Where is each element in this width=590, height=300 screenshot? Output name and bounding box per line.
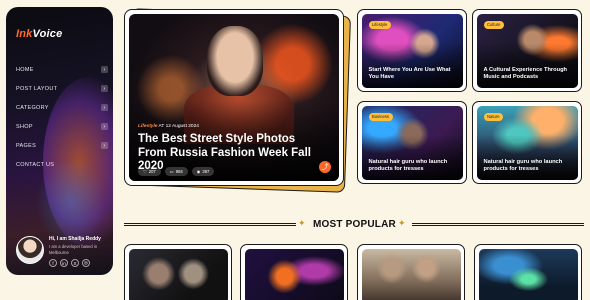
eye-icon: ◉	[196, 169, 201, 174]
post-card-title[interactable]: Natural hair guru who launch products fo…	[369, 159, 459, 174]
category-badge[interactable]: Lifestyle	[368, 20, 391, 29]
menu-item-pages[interactable]: PAGES ›	[16, 136, 108, 155]
menu-item-label: HOME	[16, 66, 34, 73]
popular-post-card[interactable]	[357, 244, 465, 300]
logo-part-ink: Ink	[16, 28, 33, 40]
divider	[412, 223, 584, 226]
category-badge[interactable]: Nature	[483, 112, 504, 121]
views-stat: ◉ 397	[191, 167, 215, 176]
views-count: 397	[202, 169, 210, 174]
category-badge[interactable]: Culture	[483, 20, 504, 29]
chevron-right-icon[interactable]: ›	[101, 66, 108, 73]
post-category[interactable]: Lifestyle	[138, 124, 157, 129]
divider	[124, 223, 296, 226]
post-card-image[interactable]: Lifestyle Start Where You Are Use What Y…	[361, 13, 463, 88]
menu-item-shop[interactable]: SHOP ›	[16, 117, 108, 136]
logo-part-voice: Voice	[32, 28, 63, 40]
chevron-right-icon[interactable]: ›	[101, 85, 108, 92]
post-card[interactable]: Nature Natural hair guru who launch prod…	[472, 101, 582, 184]
popular-post-image[interactable]	[244, 248, 344, 300]
post-card-image[interactable]: Business Natural hair guru who launch pr…	[361, 105, 463, 180]
popular-post-image[interactable]	[128, 248, 228, 300]
menu-item-category[interactable]: CATEGORY ›	[16, 98, 108, 117]
likes-stat: ♡ 207	[138, 167, 161, 176]
main-menu: HOME › POST LAYOUT › CATEGORY › SHOP › PAGES…	[16, 60, 108, 174]
social-links: f in X ◎	[49, 259, 109, 267]
menu-item-contact-us[interactable]: CONTACT US	[16, 155, 108, 174]
sidebar: InkVoice HOME › POST LAYOUT › CATEGORY › SH…	[6, 7, 113, 275]
thumbs-up-icon: ♡	[143, 169, 147, 174]
comments-count: 984	[175, 169, 183, 174]
section-title: MOST POPULAR	[313, 219, 396, 230]
chevron-right-icon[interactable]: ›	[101, 123, 108, 130]
most-popular-header: ✦ MOST POPULAR ✦	[124, 216, 584, 234]
profile-bio: I am a developer based in Melbourne	[49, 244, 98, 255]
post-card[interactable]: Business Natural hair guru who launch pr…	[357, 101, 467, 184]
post-date: 12 August 2024	[165, 124, 199, 129]
x-twitter-icon[interactable]: X	[71, 259, 79, 267]
menu-item-home[interactable]: HOME ›	[16, 60, 108, 79]
menu-item-label: PAGES	[16, 142, 37, 149]
sparkle-icon: ✦	[398, 218, 406, 228]
menu-item-label: CATEGORY	[16, 104, 49, 111]
popular-post-image[interactable]	[361, 248, 461, 300]
popular-post-card[interactable]	[124, 244, 232, 300]
post-card-image[interactable]: Nature Natural hair guru who launch prod…	[476, 105, 578, 180]
post-card-title[interactable]: Natural hair guru who launch products fo…	[484, 159, 574, 174]
chevron-right-icon[interactable]: ›	[101, 104, 108, 111]
post-card[interactable]: Lifestyle Start Where You Are Use What Y…	[357, 9, 467, 92]
comment-icon: ▭	[169, 169, 174, 174]
share-icon[interactable]: ⤴	[319, 161, 331, 173]
post-card-title[interactable]: Start Where You Are Use What You Have	[369, 67, 459, 82]
profile-name: Hi, I am Shailja Reddy	[49, 236, 101, 242]
profile-info: Hi, I am Shailja Reddy I am a developer …	[49, 236, 109, 267]
chevron-right-icon[interactable]: ›	[101, 142, 108, 149]
menu-item-label: CONTACT US	[16, 161, 55, 168]
site-logo[interactable]: InkVoice	[16, 28, 62, 40]
post-card-image[interactable]: Culture A Cultural Experience Through Mu…	[476, 13, 578, 88]
post-meta: Lifestyle AT 12 August 2024	[138, 124, 199, 129]
featured-post: Lifestyle AT 12 August 2024 The Best Str…	[124, 8, 352, 193]
linkedin-icon[interactable]: in	[60, 259, 68, 267]
menu-item-label: SHOP	[16, 123, 33, 130]
post-stats: ♡ 207 ▭ 984 ◉ 397	[138, 167, 215, 176]
menu-item-label: POST LAYOUT	[16, 85, 58, 92]
sparkle-icon: ✦	[298, 218, 306, 228]
category-badge[interactable]: Business	[368, 112, 393, 121]
instagram-icon[interactable]: ◎	[82, 259, 90, 267]
likes-count: 207	[148, 169, 156, 174]
facebook-icon[interactable]: f	[49, 259, 57, 267]
featured-image[interactable]: Lifestyle AT 12 August 2024 The Best Str…	[129, 14, 339, 181]
date-prefix: AT	[158, 124, 165, 129]
menu-item-post-layout[interactable]: POST LAYOUT ›	[16, 79, 108, 98]
popular-post-card[interactable]	[474, 244, 582, 300]
comments-stat: ▭ 984	[164, 167, 188, 176]
post-card[interactable]: Culture A Cultural Experience Through Mu…	[472, 9, 582, 92]
avatar[interactable]	[16, 236, 44, 264]
featured-image-face	[207, 26, 263, 96]
author-profile: Hi, I am Shailja Reddy I am a developer …	[16, 236, 109, 267]
post-card-title[interactable]: A Cultural Experience Through Music and …	[484, 67, 574, 82]
popular-post-image[interactable]	[478, 248, 578, 300]
popular-post-card[interactable]	[240, 244, 348, 300]
featured-card[interactable]: Lifestyle AT 12 August 2024 The Best Str…	[124, 9, 344, 186]
